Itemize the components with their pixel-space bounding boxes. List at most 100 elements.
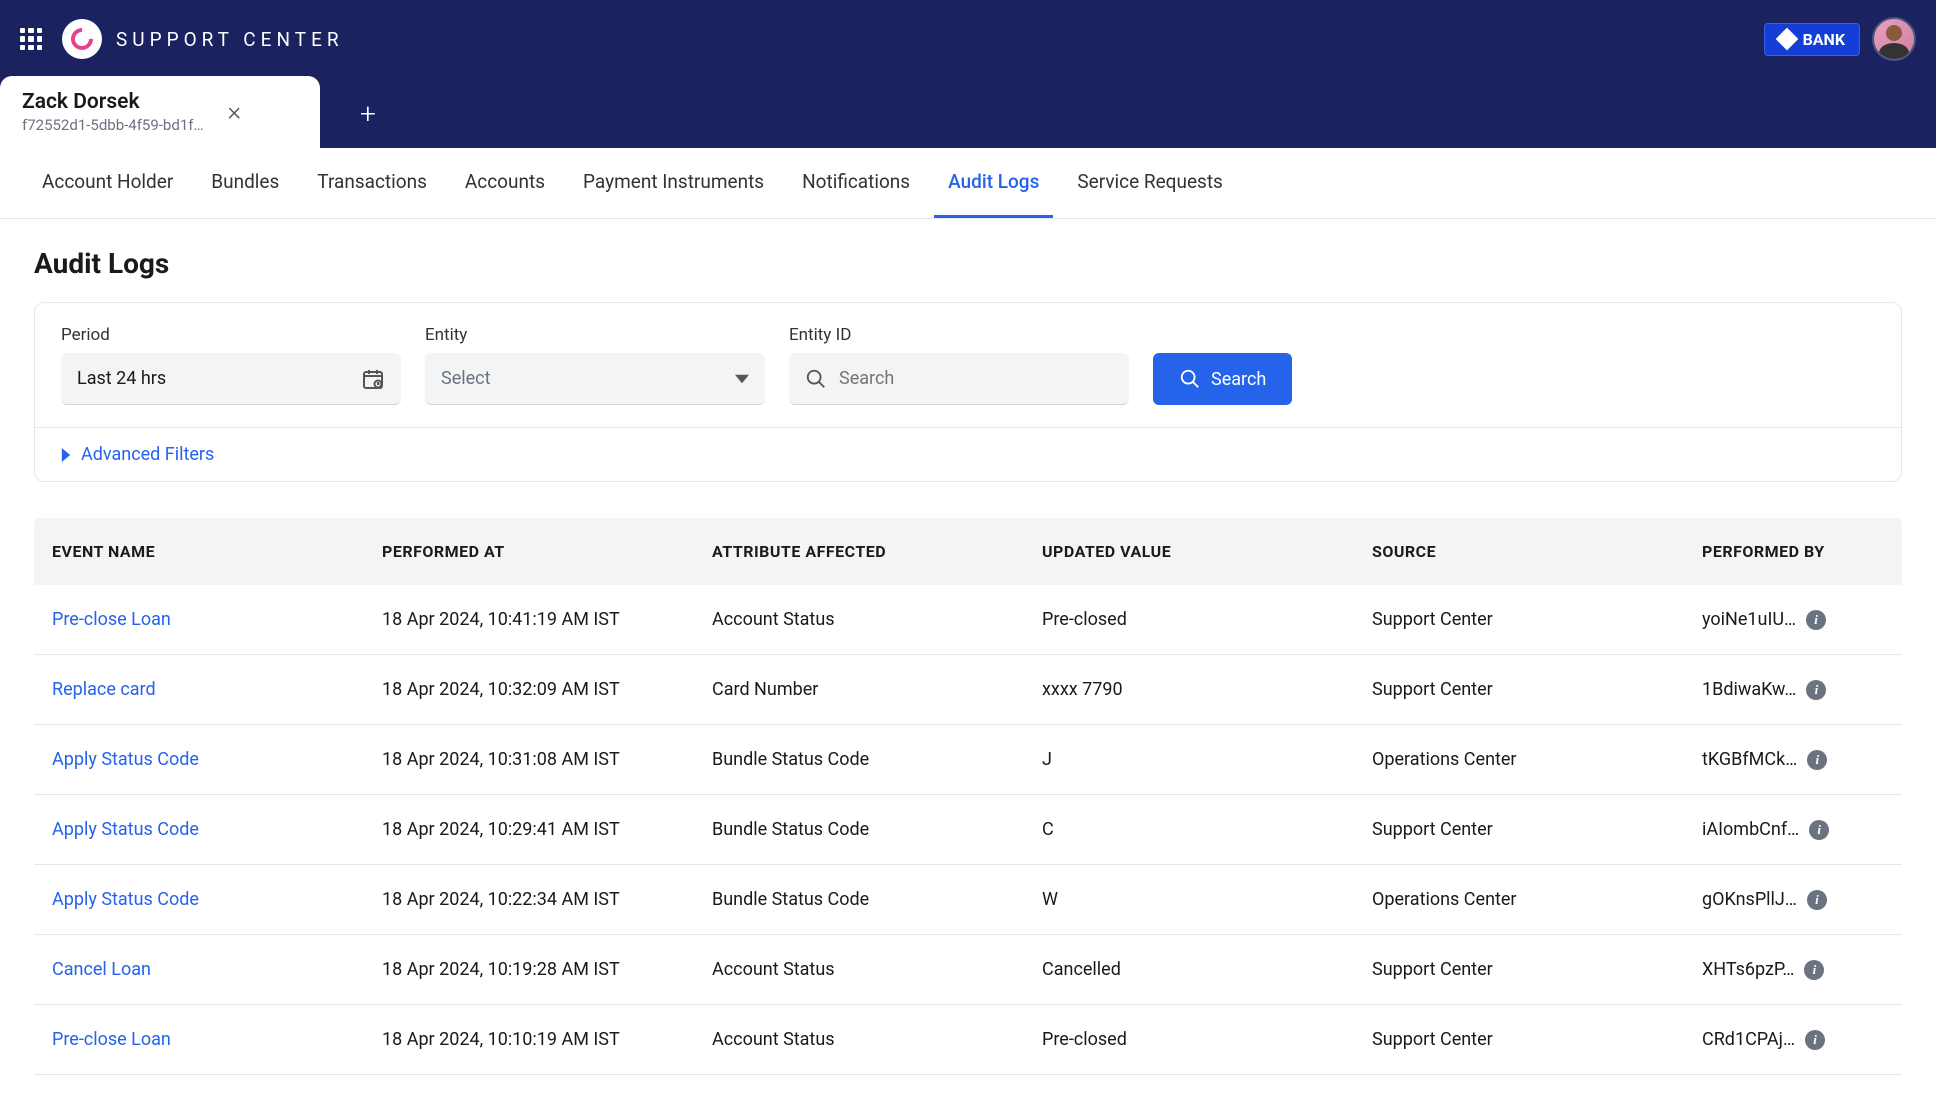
entity-field: Entity Select: [425, 325, 765, 405]
period-field: Period Last 24 hrs: [61, 325, 401, 405]
top-bar-right: BANK: [1764, 17, 1916, 61]
attribute-affected: Bundle Status Code: [712, 889, 1042, 910]
table-row: Pre-close Loan18 Apr 2024, 10:41:19 AM I…: [34, 585, 1902, 655]
diamond-icon: [1775, 28, 1798, 51]
table-row: Cancel Loan18 Apr 2024, 10:19:28 AM ISTA…: [34, 935, 1902, 1005]
performed-by: iAIombCnf… i: [1702, 819, 1884, 840]
performed-at: 18 Apr 2024, 10:41:19 AM IST: [382, 609, 712, 630]
performed-by-text: XHTs6pzP…: [1702, 959, 1794, 980]
nav-tab-transactions[interactable]: Transactions: [303, 148, 441, 218]
attribute-affected: Bundle Status Code: [712, 749, 1042, 770]
document-tab[interactable]: Zack Dorsek f72552d1-5dbb-4f59-bd1f… ×: [0, 76, 320, 148]
info-icon[interactable]: i: [1807, 890, 1827, 910]
info-icon[interactable]: i: [1809, 820, 1829, 840]
table-row: Apply Status Code18 Apr 2024, 10:22:34 A…: [34, 865, 1902, 935]
column-header: UPDATED VALUE: [1042, 542, 1372, 561]
performed-at: 18 Apr 2024, 10:31:08 AM IST: [382, 749, 712, 770]
period-value: Last 24 hrs: [77, 368, 349, 389]
source: Support Center: [1372, 819, 1702, 840]
document-tabs: Zack Dorsek f72552d1-5dbb-4f59-bd1f… × +: [0, 78, 1936, 148]
performed-by: 1BdiwaKw… i: [1702, 679, 1884, 700]
advanced-filters-toggle[interactable]: Advanced Filters: [61, 444, 1875, 465]
performed-by: tKGBfMCk…i: [1702, 749, 1884, 770]
entity-placeholder: Select: [441, 368, 723, 389]
attribute-affected: Bundle Status Code: [712, 819, 1042, 840]
entityid-input-wrap[interactable]: [789, 353, 1129, 405]
performed-at: 18 Apr 2024, 10:10:19 AM IST: [382, 1029, 712, 1050]
period-label: Period: [61, 325, 401, 345]
nav-tab-account-holder[interactable]: Account Holder: [28, 148, 187, 218]
updated-value: W: [1042, 889, 1372, 910]
source: Support Center: [1372, 609, 1702, 630]
add-tab-button[interactable]: +: [360, 97, 376, 130]
logo[interactable]: SUPPORT CENTER: [62, 19, 344, 59]
updated-value: Pre-closed: [1042, 1029, 1372, 1050]
event-name-link[interactable]: Pre-close Loan: [52, 1029, 382, 1050]
performed-by: gOKnsPllJ… i: [1702, 889, 1884, 910]
calendar-icon: [361, 367, 385, 391]
source: Support Center: [1372, 959, 1702, 980]
avatar[interactable]: [1872, 17, 1916, 61]
event-name-link[interactable]: Cancel Loan: [52, 959, 382, 980]
source: Operations Center: [1372, 889, 1702, 910]
column-header: ATTRIBUTE AFFECTED: [712, 542, 1042, 561]
updated-value: Cancelled: [1042, 959, 1372, 980]
nav-tab-audit-logs[interactable]: Audit Logs: [934, 148, 1053, 218]
event-name-link[interactable]: Apply Status Code: [52, 889, 382, 910]
column-header: PERFORMED BY: [1702, 542, 1884, 561]
info-icon[interactable]: i: [1806, 680, 1826, 700]
table-row: Apply Status Code18 Apr 2024, 10:31:08 A…: [34, 725, 1902, 795]
info-icon[interactable]: i: [1806, 610, 1826, 630]
entityid-input[interactable]: [839, 368, 1113, 389]
app-name: SUPPORT CENTER: [116, 28, 344, 51]
attribute-affected: Account Status: [712, 609, 1042, 630]
entity-label: Entity: [425, 325, 765, 345]
info-icon[interactable]: i: [1805, 1030, 1825, 1050]
bank-badge[interactable]: BANK: [1764, 23, 1860, 56]
event-name-link[interactable]: Pre-close Loan: [52, 609, 382, 630]
doc-tab-title: Zack Dorsek: [22, 90, 204, 114]
performed-by-text: 1BdiwaKw…: [1702, 679, 1796, 700]
nav-tab-accounts[interactable]: Accounts: [451, 148, 559, 218]
chevron-down-icon: [735, 372, 749, 386]
logo-icon: [62, 19, 102, 59]
source: Support Center: [1372, 679, 1702, 700]
apps-grid-icon[interactable]: [20, 28, 42, 50]
attribute-affected: Account Status: [712, 959, 1042, 980]
performed-by: yoiNe1uIU…i: [1702, 609, 1884, 630]
advanced-filters-row: Advanced Filters: [35, 427, 1901, 481]
search-icon: [805, 368, 827, 390]
nav-tab-bundles[interactable]: Bundles: [197, 148, 293, 218]
info-icon[interactable]: i: [1807, 750, 1827, 770]
period-input[interactable]: Last 24 hrs: [61, 353, 401, 405]
performed-at: 18 Apr 2024, 10:19:28 AM IST: [382, 959, 712, 980]
close-icon[interactable]: ×: [228, 97, 242, 127]
performed-by: XHTs6pzP… i: [1702, 959, 1884, 980]
nav-tab-notifications[interactable]: Notifications: [788, 148, 924, 218]
doc-tab-subtitle: f72552d1-5dbb-4f59-bd1f…: [22, 116, 204, 134]
chevron-right-icon: [61, 448, 71, 462]
source: Operations Center: [1372, 749, 1702, 770]
column-header: PERFORMED AT: [382, 542, 712, 561]
search-button[interactable]: Search: [1153, 353, 1292, 405]
entityid-field: Entity ID: [789, 325, 1129, 405]
event-name-link[interactable]: Apply Status Code: [52, 819, 382, 840]
performed-by-text: gOKnsPllJ…: [1702, 889, 1797, 910]
performed-by-text: CRd1CPAj…: [1702, 1029, 1795, 1050]
nav-tab-payment-instruments[interactable]: Payment Instruments: [569, 148, 778, 218]
page-title: Audit Logs: [34, 247, 1902, 280]
table-header: EVENT NAMEPERFORMED ATATTRIBUTE AFFECTED…: [34, 518, 1902, 585]
info-icon[interactable]: i: [1804, 960, 1824, 980]
event-name-link[interactable]: Apply Status Code: [52, 749, 382, 770]
event-name-link[interactable]: Replace card: [52, 679, 382, 700]
table-row: Replace card18 Apr 2024, 10:32:09 AM IST…: [34, 655, 1902, 725]
top-bar-left: SUPPORT CENTER: [20, 19, 344, 59]
table-row: Apply Status Code18 Apr 2024, 10:29:41 A…: [34, 795, 1902, 865]
performed-by-text: iAIombCnf…: [1702, 819, 1799, 840]
nav-tab-service-requests[interactable]: Service Requests: [1063, 148, 1236, 218]
entity-select[interactable]: Select: [425, 353, 765, 405]
advanced-filters-label: Advanced Filters: [81, 444, 214, 465]
top-bar: SUPPORT CENTER BANK: [0, 0, 1936, 78]
content: Audit Logs Period Last 24 hrs Entity Sel…: [0, 219, 1936, 1103]
performed-at: 18 Apr 2024, 10:29:41 AM IST: [382, 819, 712, 840]
